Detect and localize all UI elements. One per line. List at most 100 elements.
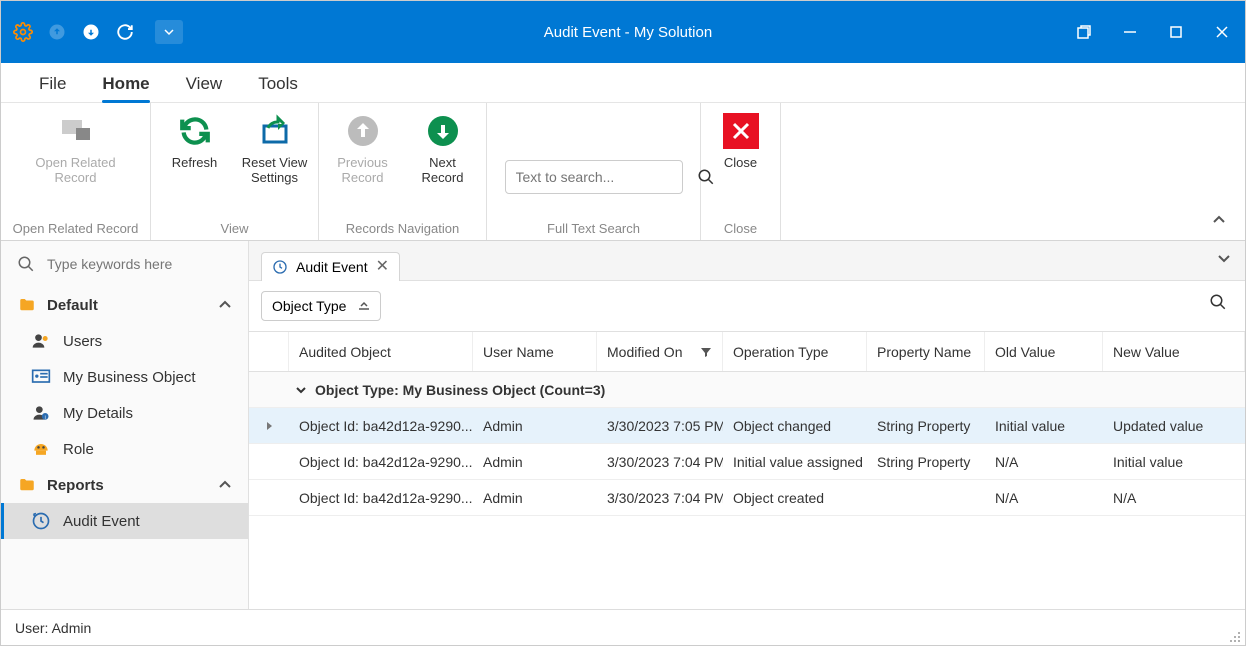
refresh-icon (177, 113, 213, 149)
table-header: Audited Object User Name Modified On Ope… (249, 332, 1245, 372)
quickaccess-customize-icon[interactable] (155, 20, 183, 44)
titlebar: Audit Event - My Solution (1, 1, 1245, 63)
close-window-button[interactable] (1199, 12, 1245, 52)
close-icon (723, 113, 759, 149)
cell-property-name: String Property (867, 444, 985, 479)
cell-modified-on: 3/30/2023 7:04 PM (597, 480, 723, 515)
row-expand-icon[interactable] (249, 421, 289, 431)
tab-close-icon[interactable]: ✕ (376, 259, 389, 275)
restore-window-icon[interactable] (1061, 12, 1107, 52)
column-audited-object[interactable]: Audited Object (289, 332, 473, 371)
column-property-name[interactable]: Property Name (867, 332, 985, 371)
cell-new-value: N/A (1103, 480, 1245, 515)
cell-old-value: N/A (985, 444, 1103, 479)
chip-remove-icon[interactable] (356, 298, 372, 314)
audit-event-icon (31, 511, 51, 531)
sidebar-item-label: Role (63, 441, 94, 458)
refresh-button[interactable]: Refresh (159, 111, 231, 170)
ribbon-group-open-related-record: Open Related Record (13, 219, 139, 236)
ribbon: Open Related Record Open Related Record … (1, 103, 1245, 241)
open-related-record-button: Open Related Record (16, 111, 136, 185)
full-text-search-input[interactable] (516, 169, 697, 185)
sidebar-item-label: Audit Event (63, 513, 140, 530)
download-icon[interactable] (81, 22, 101, 42)
filter-row: Object Type (249, 281, 1245, 331)
cell-operation-type: Object created (723, 480, 867, 515)
menu-home[interactable]: Home (84, 64, 167, 102)
content-area: Audit Event ✕ Object Type Audited Object (249, 241, 1245, 609)
sidebar-item-label: Users (63, 333, 102, 350)
cell-old-value: N/A (985, 480, 1103, 515)
menu-file[interactable]: File (21, 64, 84, 102)
cell-audited-object: Object Id: ba42d12a-9290... (289, 444, 473, 479)
column-operation-type[interactable]: Operation Type (723, 332, 867, 371)
ribbon-group-fts: Full Text Search (547, 219, 640, 236)
menu-tools[interactable]: Tools (240, 64, 316, 102)
table-row[interactable]: Object Id: ba42d12a-9290... Admin 3/30/2… (249, 444, 1245, 480)
upload-icon (47, 22, 67, 42)
data-grid: Audited Object User Name Modified On Ope… (249, 331, 1245, 516)
refresh-icon-titlebar[interactable] (115, 22, 135, 42)
menu-view[interactable]: View (168, 64, 241, 102)
chevron-down-icon (295, 384, 307, 396)
sidebar-item-label: My Business Object (63, 369, 196, 386)
menubar: File Home View Tools (1, 63, 1245, 103)
role-icon (31, 439, 51, 459)
my-details-icon: i (31, 403, 51, 423)
reset-view-settings-button[interactable]: Reset View Settings (239, 111, 311, 185)
chevron-up-icon (218, 478, 232, 492)
app-gear-icon[interactable] (13, 22, 33, 42)
ribbon-group-records-nav: Records Navigation (346, 219, 459, 236)
close-label: Close (724, 155, 757, 170)
maximize-button[interactable] (1153, 12, 1199, 52)
table-row[interactable]: Object Id: ba42d12a-9290... Admin 3/30/2… (249, 480, 1245, 516)
previous-record-icon (345, 113, 381, 149)
refresh-label: Refresh (172, 155, 218, 170)
sidebar-group-reports[interactable]: Reports (1, 467, 248, 503)
table-row[interactable]: Object Id: ba42d12a-9290... Admin 3/30/2… (249, 408, 1245, 444)
full-text-search-box[interactable] (505, 160, 683, 194)
reset-view-icon (257, 113, 293, 149)
filter-icon[interactable] (700, 346, 712, 358)
column-user-name[interactable]: User Name (473, 332, 597, 371)
cell-user-name: Admin (473, 444, 597, 479)
ribbon-group-close: Close (724, 219, 757, 236)
business-object-icon (31, 367, 51, 387)
sidebar-item-audit-event[interactable]: Audit Event (1, 503, 248, 539)
statusbar: User: Admin (1, 609, 1245, 645)
group-chip-object-type[interactable]: Object Type (261, 291, 381, 321)
tab-audit-event[interactable]: Audit Event ✕ (261, 252, 400, 281)
sidebar-search-input[interactable] (47, 256, 232, 272)
users-icon (31, 331, 51, 351)
cell-property-name: String Property (867, 408, 985, 443)
cell-new-value: Updated value (1103, 408, 1245, 443)
column-modified-on[interactable]: Modified On (597, 332, 723, 371)
cell-property-name (867, 480, 985, 515)
sidebar-search[interactable] (1, 241, 248, 287)
cell-audited-object: Object Id: ba42d12a-9290... (289, 408, 473, 443)
sidebar-item-label: My Details (63, 405, 133, 422)
cell-user-name: Admin (473, 408, 597, 443)
resize-grip-icon[interactable] (1229, 631, 1241, 643)
group-row[interactable]: Object Type: My Business Object (Count=3… (249, 372, 1245, 408)
next-record-button[interactable]: Next Record (407, 111, 479, 185)
grid-search-icon[interactable] (1209, 293, 1227, 311)
sidebar-group-default[interactable]: Default (1, 287, 248, 323)
column-old-value[interactable]: Old Value (985, 332, 1103, 371)
search-icon (17, 255, 35, 273)
sidebar-item-my-details[interactable]: i My Details (1, 395, 248, 431)
chevron-down-icon[interactable] (1217, 251, 1231, 265)
column-new-value[interactable]: New Value (1103, 332, 1245, 371)
sidebar-item-role[interactable]: Role (1, 431, 248, 467)
cell-modified-on: 3/30/2023 7:04 PM (597, 444, 723, 479)
previous-record-label: Previous Record (327, 155, 399, 185)
cell-operation-type: Initial value assigned (723, 444, 867, 479)
expand-column-header (249, 332, 289, 371)
collapse-ribbon-icon[interactable] (1209, 210, 1229, 230)
group-header-label: Object Type: My Business Object (Count=3… (315, 382, 605, 398)
sidebar-item-users[interactable]: Users (1, 323, 248, 359)
sidebar-item-my-business-object[interactable]: My Business Object (1, 359, 248, 395)
minimize-button[interactable] (1107, 12, 1153, 52)
close-tab-button[interactable]: Close (705, 111, 777, 170)
window-title: Audit Event - My Solution (195, 24, 1061, 41)
